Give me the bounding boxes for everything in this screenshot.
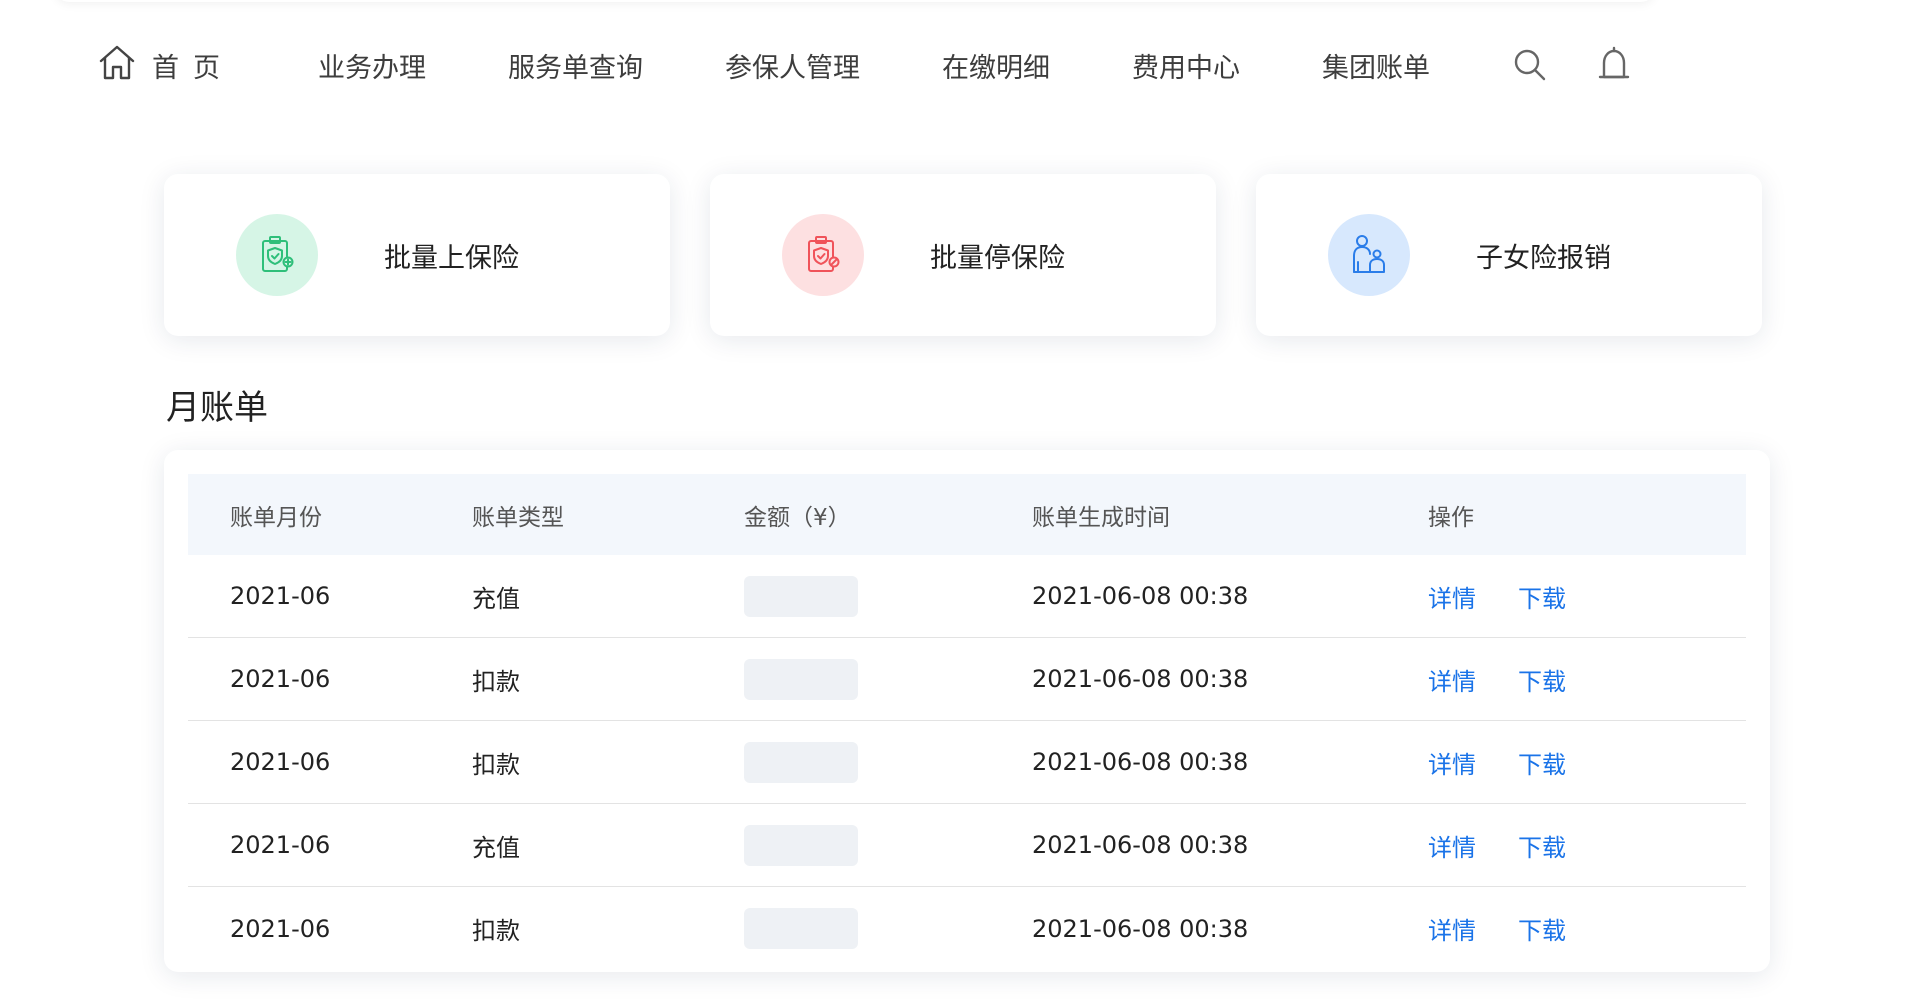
- col-type: 账单类型: [472, 504, 564, 531]
- table-row: 2021-06 扣款 2021-06-08 00:38 详情 下载: [188, 721, 1746, 804]
- bill-table-panel: 账单月份 账单类型 金额（¥） 账单生成时间 操作 2021-06 充值 202…: [164, 450, 1770, 972]
- nav-business[interactable]: 业务办理: [318, 46, 426, 85]
- cell-type: 充值: [472, 833, 520, 862]
- cell-month: 2021-06: [230, 748, 331, 776]
- cell-actions: 详情 下载: [1428, 579, 1746, 614]
- table-header: 账单月份 账单类型 金额（¥） 账单生成时间 操作: [188, 474, 1746, 555]
- cell-month: 2021-06: [230, 582, 331, 610]
- detail-link[interactable]: 详情: [1428, 745, 1476, 780]
- col-generated-time: 账单生成时间: [1032, 504, 1170, 531]
- quick-action-cards: 批量上保险 批量停保险 子女险报销: [164, 174, 1762, 336]
- page: 首页 业务办理 服务单查询 参保人管理 在缴明细 费用中心 集团账单 批量上保险…: [0, 0, 1910, 1008]
- cell-actions: 详情 下载: [1428, 911, 1746, 946]
- detail-link[interactable]: 详情: [1428, 662, 1476, 697]
- home-icon: [98, 43, 136, 88]
- cell-amount: [744, 824, 1032, 866]
- child-reimbursement-card[interactable]: 子女险报销: [1256, 174, 1762, 336]
- clipboard-shield-stop-icon: [782, 214, 864, 296]
- cell-actions: 详情 下载: [1428, 745, 1746, 780]
- top-nav: 首页 业务办理 服务单查询 参保人管理 在缴明细 费用中心 集团账单: [98, 38, 1632, 92]
- amount-mask: [744, 658, 858, 700]
- batch-stop-card[interactable]: 批量停保险: [710, 174, 1216, 336]
- cell-type: 扣款: [472, 750, 520, 779]
- batch-enroll-label: 批量上保险: [384, 242, 519, 274]
- nav-expense-center[interactable]: 费用中心: [1132, 46, 1240, 85]
- table-row: 2021-06 扣款 2021-06-08 00:38 详情 下载: [188, 638, 1746, 721]
- table-row: 2021-06 充值 2021-06-08 00:38 详情 下载: [188, 804, 1746, 887]
- cell-time: 2021-06-08 00:38: [1032, 665, 1249, 693]
- child-reimbursement-label: 子女险报销: [1476, 242, 1611, 274]
- top-panel-edge: [55, 0, 1655, 2]
- col-amount: 金额（¥）: [744, 504, 851, 531]
- cell-month: 2021-06: [230, 914, 331, 943]
- col-month: 账单月份: [230, 504, 322, 531]
- table-row: 2021-06 充值 2021-06-08 00:38 详情 下载: [188, 555, 1746, 638]
- cell-type: 扣款: [472, 667, 520, 696]
- col-actions: 操作: [1428, 504, 1474, 531]
- detail-link[interactable]: 详情: [1428, 911, 1476, 946]
- cell-amount: [744, 575, 1032, 617]
- download-link[interactable]: 下载: [1518, 662, 1566, 697]
- cell-actions: 详情 下载: [1428, 662, 1746, 697]
- detail-link[interactable]: 详情: [1428, 828, 1476, 863]
- download-link[interactable]: 下载: [1518, 579, 1566, 614]
- batch-stop-label: 批量停保险: [930, 242, 1065, 274]
- cell-actions: 详情 下载: [1428, 828, 1746, 863]
- cell-month: 2021-06: [230, 665, 331, 693]
- amount-mask: [744, 575, 858, 617]
- cell-time: 2021-06-08 00:38: [1032, 748, 1249, 776]
- table-row: 2021-06 扣款 2021-06-08 00:38 详情 下载: [188, 887, 1746, 970]
- nav-service-query[interactable]: 服务单查询: [508, 46, 643, 85]
- cell-time: 2021-06-08 00:38: [1032, 831, 1249, 859]
- cell-type: 扣款: [472, 917, 520, 945]
- cell-month: 2021-06: [230, 831, 331, 859]
- nav-payment-details[interactable]: 在缴明细: [942, 46, 1050, 85]
- nav-home-label: 首页: [152, 52, 234, 84]
- amount-mask: [744, 741, 858, 783]
- nav-insured-management[interactable]: 参保人管理: [725, 46, 860, 85]
- cell-type: 充值: [472, 584, 520, 613]
- search-icon[interactable]: [1512, 47, 1548, 83]
- amount-mask: [744, 908, 858, 949]
- bell-icon[interactable]: [1596, 45, 1632, 85]
- cell-time: 2021-06-08 00:38: [1032, 914, 1249, 943]
- cell-amount: [744, 908, 1032, 949]
- download-link[interactable]: 下载: [1518, 911, 1566, 946]
- download-link[interactable]: 下载: [1518, 828, 1566, 863]
- cell-time: 2021-06-08 00:38: [1032, 582, 1249, 610]
- nav-group-bill[interactable]: 集团账单: [1322, 46, 1430, 85]
- section-title: 月账单: [166, 388, 268, 428]
- cell-amount: [744, 658, 1032, 700]
- detail-link[interactable]: 详情: [1428, 579, 1476, 614]
- parent-child-icon: [1328, 214, 1410, 296]
- batch-enroll-card[interactable]: 批量上保险: [164, 174, 670, 336]
- amount-mask: [744, 824, 858, 866]
- nav-home[interactable]: 首页: [98, 43, 234, 88]
- clipboard-shield-plus-icon: [236, 214, 318, 296]
- download-link[interactable]: 下载: [1518, 745, 1566, 780]
- cell-amount: [744, 741, 1032, 783]
